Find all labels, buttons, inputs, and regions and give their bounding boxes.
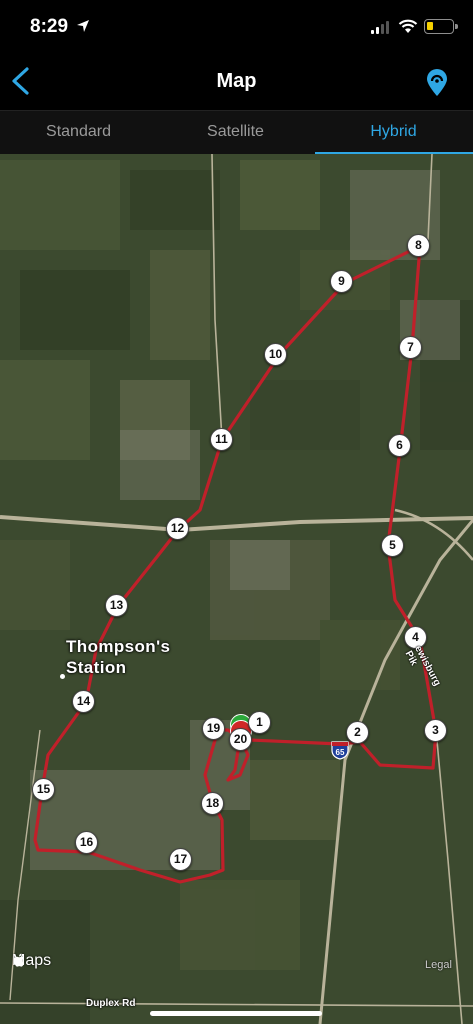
- waypoint-4[interactable]: 4: [404, 626, 427, 649]
- page-title: Map: [216, 70, 257, 92]
- interstate-shield-icon: 65: [331, 741, 349, 760]
- road-label-duplex: Duplex Rd: [86, 998, 136, 1009]
- location-arrow-icon: [77, 20, 89, 32]
- cellular-signal-icon: [371, 20, 391, 34]
- waypoint-9[interactable]: 9: [330, 270, 353, 293]
- waypoint-20[interactable]: 20: [229, 728, 252, 751]
- waypoint-19[interactable]: 19: [202, 717, 225, 740]
- waypoint-12[interactable]: 12: [166, 517, 189, 540]
- place-label-line1: Thompson's: [66, 637, 171, 656]
- map-view[interactable]: 65 1 2 3 4 5 6 7 8 9 10 11 12 13 14 15 1…: [0, 154, 473, 1024]
- waypoint-1[interactable]: 1: [248, 711, 271, 734]
- waypoint-13[interactable]: 13: [105, 594, 128, 617]
- waypoint-14[interactable]: 14: [72, 690, 95, 713]
- waypoint-17[interactable]: 17: [169, 848, 192, 871]
- battery-level: [427, 22, 433, 30]
- waypoint-6[interactable]: 6: [388, 434, 411, 457]
- interstate-number: 65: [336, 748, 345, 757]
- battery-icon: [424, 19, 458, 34]
- waypoint-7[interactable]: 7: [399, 336, 422, 359]
- tab-standard[interactable]: Standard: [0, 111, 157, 155]
- waypoint-5[interactable]: 5: [381, 534, 404, 557]
- waypoint-16[interactable]: 16: [75, 831, 98, 854]
- waypoint-2[interactable]: 2: [346, 721, 369, 744]
- maps-brand: Maps: [12, 952, 51, 970]
- home-indicator[interactable]: [150, 1011, 322, 1016]
- apple-logo-icon: [13, 953, 25, 967]
- waypoint-3[interactable]: 3: [424, 719, 447, 742]
- waypoint-11[interactable]: 11: [210, 428, 233, 451]
- tab-hybrid[interactable]: Hybrid: [315, 111, 472, 155]
- map-pin-icon[interactable]: [424, 68, 450, 98]
- map-canvas: [0, 154, 473, 1024]
- status-bar: 8:29: [0, 0, 473, 56]
- waypoint-15[interactable]: 15: [32, 778, 55, 801]
- tab-satellite[interactable]: Satellite: [157, 111, 314, 155]
- status-time: 8:29: [30, 16, 69, 37]
- legal-link[interactable]: Legal: [425, 959, 452, 971]
- map-type-tabs: Standard Satellite Hybrid: [0, 110, 473, 155]
- navigation-bar: Map: [0, 56, 473, 110]
- place-label-line2: Station: [66, 658, 127, 677]
- place-label: Thompson's Station: [66, 636, 170, 678]
- waypoint-10[interactable]: 10: [264, 343, 287, 366]
- wifi-icon: [398, 19, 418, 33]
- waypoint-18[interactable]: 18: [201, 792, 224, 815]
- place-dot-icon: [60, 674, 65, 679]
- waypoint-8[interactable]: 8: [407, 234, 430, 257]
